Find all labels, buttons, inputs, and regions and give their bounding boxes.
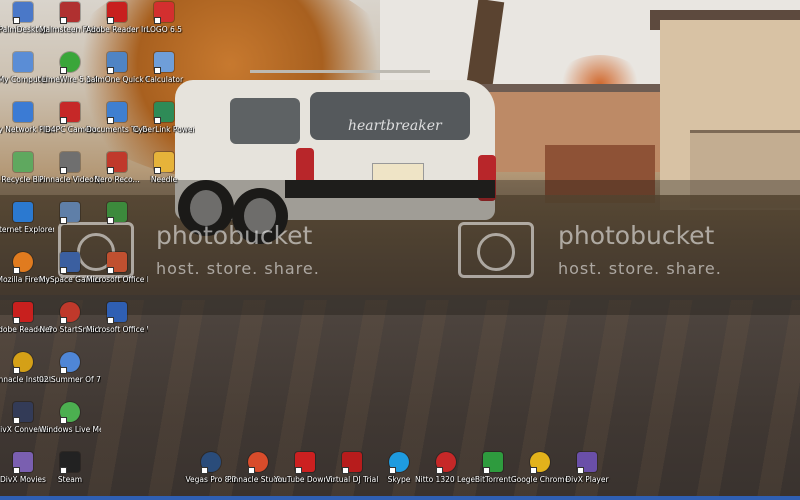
adobe-reader-icon [13, 302, 33, 324]
desktop-icon-calculator[interactable]: Calculator [133, 52, 195, 84]
watermark-tagline: host. store. share. [156, 259, 320, 278]
divx-player-icon [577, 452, 597, 474]
nitto-icon [436, 452, 456, 474]
spreadsheet-icon [107, 202, 127, 224]
desktop-icon-powerdvd[interactable]: CyberLink PowerDVD [133, 102, 195, 134]
firefox-icon [13, 252, 33, 274]
desktop-icon-windows-live-messenger[interactable]: Windows Live Messenger [39, 402, 101, 434]
audio-file-icon [60, 352, 80, 374]
messenger-icon [60, 402, 80, 424]
powerdvd-icon [154, 102, 174, 124]
desktop-icon-logo[interactable]: LOGO 6.5 [133, 2, 195, 34]
watermark-brand: photobucket [156, 221, 313, 250]
palm-desktop-icon [13, 2, 33, 24]
divx-movies-icon [13, 452, 33, 474]
game-icon [60, 2, 80, 24]
pinnacle-icon [13, 352, 33, 374]
desktop-icon-needle-folder[interactable]: Needle [133, 152, 195, 184]
office-icon [107, 252, 127, 274]
internet-explorer-icon [13, 202, 33, 222]
pinnacle-studio-icon [248, 452, 268, 474]
divx-converter-icon [13, 402, 33, 424]
desktop-icon-summer-of-79[interactable]: 02 Summer Of 79 [39, 352, 101, 384]
chrome-icon [530, 452, 550, 474]
desktop-icon-office-powerpoint[interactable]: Microsoft Office P... [86, 252, 148, 284]
media-icon [60, 202, 80, 224]
documents-to-go-icon [107, 102, 127, 124]
desktop[interactable]: heartbreaker photobucket host. store. sh… [0, 0, 800, 500]
vegas-icon [201, 452, 221, 474]
taskbar-edge[interactable] [0, 496, 800, 500]
photobucket-logo-icon [458, 222, 534, 278]
adobe-reader-icon [107, 2, 127, 24]
youtube-downloader-icon [295, 452, 315, 474]
folder-icon [154, 152, 174, 174]
nero-icon [60, 302, 80, 324]
calculator-icon [154, 52, 174, 74]
recycle-bin-icon [13, 152, 33, 172]
pdf-icon [154, 2, 174, 24]
desktop-icon-office-word[interactable]: Microsoft Office W... [86, 302, 148, 334]
steam-icon [60, 452, 80, 474]
word-icon [107, 302, 127, 324]
car-side-window [230, 98, 300, 144]
watermark-brand: photobucket [558, 221, 715, 250]
car-window-text: heartbreaker [348, 118, 442, 134]
limewire-icon [60, 52, 80, 74]
palm-install-icon [107, 52, 127, 74]
watermark-tagline: host. store. share. [558, 259, 722, 278]
skype-icon [389, 452, 409, 474]
desktop-icon-steam[interactable]: Steam [39, 452, 101, 484]
bittorrent-icon [483, 452, 503, 474]
desktop-icon-spreadsheet[interactable] [86, 202, 148, 225]
myspace-icon [60, 252, 80, 274]
videospin-icon [60, 152, 80, 174]
desktop-icon-divx-player[interactable]: DivX Player [556, 452, 618, 484]
nero-icon [107, 152, 127, 174]
virtual-dj-icon [342, 452, 362, 474]
camera-icon [60, 102, 80, 124]
my-computer-icon [13, 52, 33, 72]
car-license-plate [372, 163, 424, 181]
network-places-icon [13, 102, 33, 122]
